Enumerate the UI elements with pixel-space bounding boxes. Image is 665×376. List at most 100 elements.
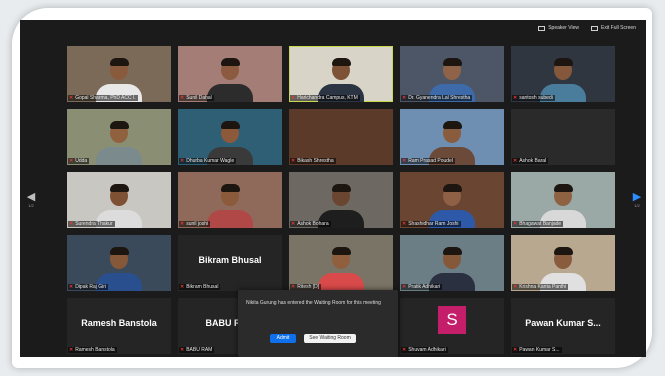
- muted-mic-icon: ✕: [513, 347, 518, 353]
- speaker-view-label: Speaker View: [548, 25, 579, 31]
- participant-tile[interactable]: ✕ Bikash Shrestha: [289, 109, 393, 165]
- participant-name-label: ✕ Pawan Kumar S...: [512, 347, 562, 353]
- participant-tile[interactable]: ✕ Sunil Dahal: [178, 46, 282, 102]
- muted-mic-icon: ✕: [69, 95, 74, 101]
- muted-mic-icon: ✕: [69, 221, 74, 227]
- participant-tile[interactable]: ✕ Pratik Adhikari: [400, 235, 504, 291]
- participant-name: Krishna Kanta Panthi: [519, 284, 567, 290]
- participant-tile[interactable]: ✕ Ashok Bohara: [289, 172, 393, 228]
- participant-tile[interactable]: ✕ sunil joshi: [178, 172, 282, 228]
- muted-mic-icon: ✕: [513, 158, 518, 164]
- participant-display-name: Pawan Kumar S...: [525, 318, 601, 328]
- participant-video: [203, 182, 257, 228]
- participant-tile[interactable]: ✕ Ritesh [D]: [289, 235, 393, 291]
- muted-mic-icon: ✕: [69, 284, 74, 290]
- top-bar: Speaker View Exit Full Screen: [536, 24, 638, 32]
- muted-mic-icon: ✕: [402, 347, 407, 353]
- participant-name: Ashok Baral: [519, 158, 547, 164]
- participant-name-label: ✕ Harichandra Campus, KTM: [290, 95, 360, 101]
- participant-tile[interactable]: ✕ Ram Prasad Poudel: [400, 109, 504, 165]
- participant-name: Sunil Dahal: [186, 95, 212, 101]
- participant-tile[interactable]: ✕ Krishna Kanta Panthi: [511, 235, 615, 291]
- muted-mic-icon: ✕: [180, 347, 185, 353]
- see-waiting-room-button[interactable]: See Waiting Room: [304, 334, 356, 343]
- participant-name: santosh subedi: [519, 95, 553, 101]
- participant-name: Pratik Adhikari: [408, 284, 441, 290]
- participant-name: Ram Prasad Poudel: [408, 158, 453, 164]
- muted-mic-icon: ✕: [291, 95, 296, 101]
- muted-mic-icon: ✕: [291, 221, 296, 227]
- muted-mic-icon: ✕: [402, 221, 407, 227]
- participant-tile[interactable]: ✕ Dipak Raj Giri: [67, 235, 171, 291]
- waiting-room-message: Nikita Gurung has entered the Waiting Ro…: [246, 300, 381, 306]
- participant-name-label: ✕ Bikram Bhusal: [179, 284, 221, 290]
- participant-name: Shuvam Adhikari: [408, 347, 446, 353]
- participant-tile[interactable]: ✕ Surendra Thakur: [67, 172, 171, 228]
- participant-tile[interactable]: Ramesh Banstola ✕ Ramesh Banstola: [67, 298, 171, 354]
- participant-name-label: ✕ Ramesh Banstola: [68, 347, 117, 353]
- participant-name: Dhurba Kumar Wagle: [186, 158, 235, 164]
- participant-tile[interactable]: ✕ Harichandra Campus, KTM: [289, 46, 393, 102]
- participant-name-label: ✕ Bikash Shrestha: [290, 158, 336, 164]
- participant-tile[interactable]: ✕ santosh subedi: [511, 46, 615, 102]
- participant-name-label: ✕ santosh subedi: [512, 95, 555, 101]
- page-indicator-right: 1/2: [634, 203, 640, 208]
- participant-video: [314, 245, 368, 291]
- participant-name-label: ✕ Gopal Sharma, PhD ACC I.: [68, 95, 138, 101]
- participant-tile[interactable]: ✕ Shashidhar Ram Joshi: [400, 172, 504, 228]
- participant-name: Bikash Shrestha: [297, 158, 334, 164]
- next-page-button[interactable]: ▶ 1/2: [630, 192, 644, 209]
- muted-mic-icon: ✕: [402, 95, 407, 101]
- participant-tile[interactable]: ✕ Bhagawat Banjade: [511, 172, 615, 228]
- participant-name: Ramesh Banstola: [75, 347, 115, 353]
- participant-name: Udda: [75, 158, 88, 164]
- admit-button[interactable]: Admit: [270, 334, 296, 343]
- participant-name: Bhagawat Banjade: [519, 221, 562, 227]
- participant-name-label: ✕ BABU RAM: [179, 347, 215, 353]
- muted-mic-icon: ✕: [513, 221, 518, 227]
- muted-mic-icon: ✕: [513, 284, 518, 290]
- participant-display-name: Bikram Bhusal: [198, 255, 262, 265]
- participant-tile[interactable]: ✕ Ashok Baral: [511, 109, 615, 165]
- participant-tile[interactable]: ✕ Udda: [67, 109, 171, 165]
- participant-name: Pawan Kumar S...: [519, 347, 560, 353]
- participant-name-label: ✕ Dr. Gyanendra Lal Shrestha: [401, 95, 473, 101]
- participant-tile[interactable]: Bikram Bhusal ✕ Bikram Bhusal: [178, 235, 282, 291]
- participant-tile[interactable]: ✕ Gopal Sharma, PhD ACC I.: [67, 46, 171, 102]
- muted-mic-icon: ✕: [291, 158, 296, 164]
- participant-tile[interactable]: ✕ Dhurba Kumar Wagle: [178, 109, 282, 165]
- participant-name: Dr. Gyanendra Lal Shrestha: [408, 95, 471, 101]
- speaker-view-icon: [538, 25, 546, 31]
- participant-tile[interactable]: Pawan Kumar S... ✕ Pawan Kumar S...: [511, 298, 615, 354]
- participant-name-label: ✕ Krishna Kanta Panthi: [512, 284, 569, 290]
- participant-avatar: S: [438, 306, 466, 334]
- participant-video: [92, 119, 146, 165]
- participant-tile[interactable]: ✕ Dr. Gyanendra Lal Shrestha: [400, 46, 504, 102]
- arrow-left-icon: ◀: [26, 191, 36, 203]
- participant-name-label: ✕ Shuvam Adhikari: [401, 347, 448, 353]
- participant-name: Harichandra Campus, KTM: [297, 95, 358, 101]
- participant-name-label: ✕ Shashidhar Ram Joshi: [401, 221, 461, 227]
- zoom-meeting-window: Speaker View Exit Full Screen ◀ 1/2 ▶ 1/…: [20, 20, 646, 357]
- participant-name-label: ✕ sunil joshi: [179, 221, 211, 227]
- muted-mic-icon: ✕: [513, 95, 518, 101]
- speaker-view-button[interactable]: Speaker View: [536, 24, 581, 32]
- muted-mic-icon: ✕: [180, 158, 185, 164]
- participant-name: Shashidhar Ram Joshi: [408, 221, 459, 227]
- muted-mic-icon: ✕: [180, 284, 185, 290]
- page-indicator-left: 1/2: [28, 203, 34, 208]
- participant-name-label: ✕ Udda: [68, 158, 90, 164]
- muted-mic-icon: ✕: [402, 284, 407, 290]
- participant-name: BABU RAM: [186, 347, 213, 353]
- waiting-room-notification: Nikita Gurung has entered the Waiting Ro…: [238, 290, 398, 357]
- muted-mic-icon: ✕: [180, 95, 185, 101]
- exit-full-screen-button[interactable]: Exit Full Screen: [589, 24, 638, 32]
- participant-tile[interactable]: S ✕ Shuvam Adhikari: [400, 298, 504, 354]
- participant-name: Ashok Bohara: [297, 221, 329, 227]
- participant-name-label: ✕ Ashok Bohara: [290, 221, 331, 227]
- previous-page-button[interactable]: ◀ 1/2: [24, 191, 38, 209]
- participant-name-label: ✕ Ram Prasad Poudel: [401, 158, 455, 164]
- muted-mic-icon: ✕: [69, 158, 74, 164]
- participant-name: Dipak Raj Giri: [75, 284, 107, 290]
- participant-name: Gopal Sharma, PhD ACC I.: [75, 95, 136, 101]
